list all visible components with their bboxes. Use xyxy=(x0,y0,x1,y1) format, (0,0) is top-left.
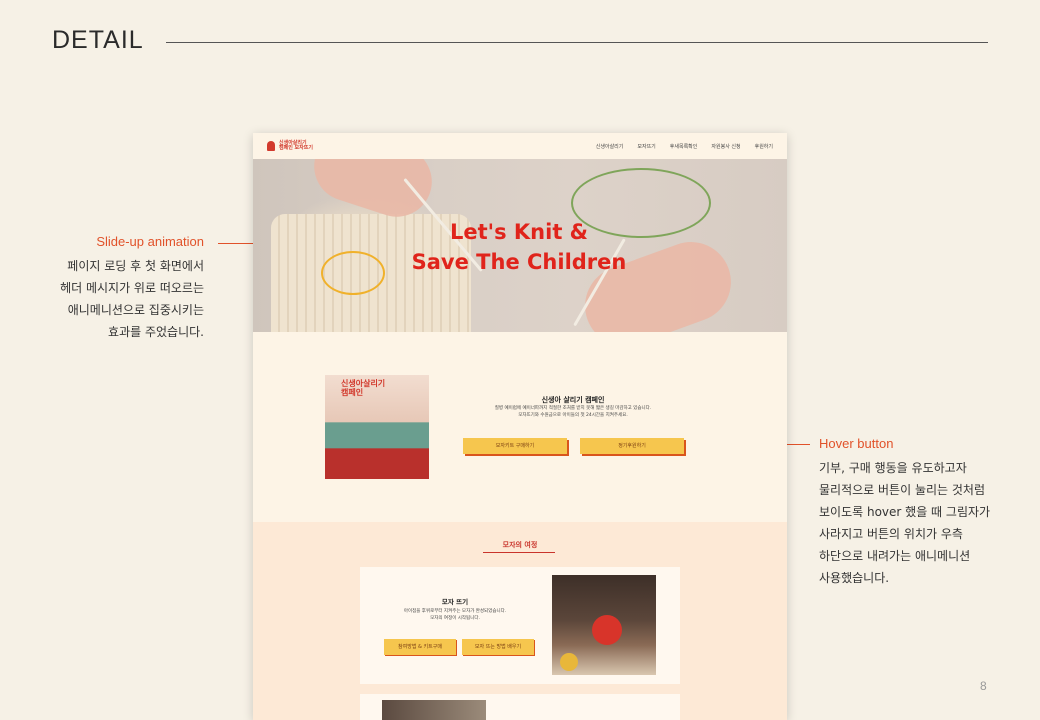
annotation-slide-up: Slide-up animation 페이지 로딩 후 첫 화면에서 헤더 메시… xyxy=(60,234,204,343)
campaign-baby-photo: 신생아살리기 캠페인 xyxy=(325,375,429,479)
annotation-slide-up-body: 페이지 로딩 후 첫 화면에서 헤더 메시지가 위로 떠오르는 애니메니션으로 … xyxy=(60,259,204,339)
join-kit-button[interactable]: 참여방법 & 키트구매 xyxy=(384,639,456,655)
journey-heading-underline xyxy=(483,552,555,553)
journey-heading: 모자의 여정 xyxy=(502,541,538,549)
annotation-hover-button-title: Hover button xyxy=(819,436,894,451)
slide-title: DETAIL xyxy=(52,26,144,54)
mockup-navbar: 신생아살리기 캠페인 모자뜨기 신생아살리기 모자뜨기 후새목록확인 자원봉사 … xyxy=(253,133,787,159)
annotation-slide-up-title: Slide-up animation xyxy=(96,234,204,249)
journey-card: 모자 뜨기 아이점을 후위로부터 지켜주는 모자가 완성되었습니다. 모자의 여… xyxy=(360,567,680,684)
nav-link-rescue[interactable]: 신생아살리기 xyxy=(596,143,624,150)
nav-link-donate[interactable]: 후원하기 xyxy=(755,143,773,150)
annotation-hover-button-body: 기부, 구매 행동을 유도하고자 물리적으로 버튼이 눌리는 것처럼 보이도록 … xyxy=(819,461,991,585)
learn-knit-button[interactable]: 모자 뜨는 방법 배우기 xyxy=(462,639,534,655)
mockup-logo[interactable]: 신생아살리기 캠페인 모자뜨기 xyxy=(267,141,313,151)
title-divider xyxy=(166,42,988,43)
journey-card-next-photo xyxy=(382,700,486,720)
yellow-yarn-ball xyxy=(560,653,578,671)
nav-link-knit[interactable]: 모자뜨기 xyxy=(637,143,655,150)
hat-icon xyxy=(267,141,275,151)
nav-link-volunteer[interactable]: 자원봉사 신청 xyxy=(711,143,740,150)
campaign-body: 질병 예이럽에 예이너파까지 적절한 조처를 받지 못해 짧은 생길 마감하고 … xyxy=(494,406,652,418)
mockup-hero: Let's Knit & Save The Children xyxy=(253,159,787,332)
journey-card-title: 모자 뜨기 xyxy=(441,598,469,606)
hero-headline-line-2: Save The Children xyxy=(411,250,627,274)
buy-kit-button[interactable]: 모자키트 구매하기 xyxy=(463,438,567,454)
annotation-hover-button: Hover button 기부, 구매 행동을 유도하고자 물리적으로 버튼이 … xyxy=(819,436,990,589)
journey-card-next xyxy=(360,694,680,720)
mockup-nav-links: 신생아살리기 모자뜨기 후새목록확인 자원봉사 신청 후원하기 xyxy=(596,143,773,150)
mockup-journey-section: 모자의 여정 모자 뜨기 아이점을 후위로부터 지켜주는 모자가 완성되었습니다… xyxy=(253,522,787,720)
campaign-badge: 신생아살리기 캠페인 xyxy=(341,379,386,397)
highlight-ellipse-yellow xyxy=(321,251,385,295)
highlight-ellipse-green xyxy=(571,168,711,238)
nav-link-list[interactable]: 후새목록확인 xyxy=(670,143,698,150)
journey-card-body: 아이점을 후위로부터 지켜주는 모자가 완성되었습니다. 모자의 여정이 시작됩… xyxy=(403,609,507,621)
mockup-logo-text: 신생아살리기 캠페인 모자뜨기 xyxy=(279,140,313,151)
page-number: 8 xyxy=(980,679,987,693)
donate-button[interactable]: 정기후원하기 xyxy=(580,438,684,454)
red-yarn-ball xyxy=(592,615,622,645)
campaign-title: 신생아 살리기 캠페인 xyxy=(541,396,605,404)
mockup-campaign-section: 신생아살리기 캠페인 신생아 살리기 캠페인 질병 예이럽에 예이너파까지 적절… xyxy=(253,332,787,522)
journey-knitting-photo xyxy=(552,575,656,675)
website-mockup: 신생아살리기 캠페인 모자뜨기 신생아살리기 모자뜨기 후새목록확인 자원봉사 … xyxy=(253,133,787,720)
